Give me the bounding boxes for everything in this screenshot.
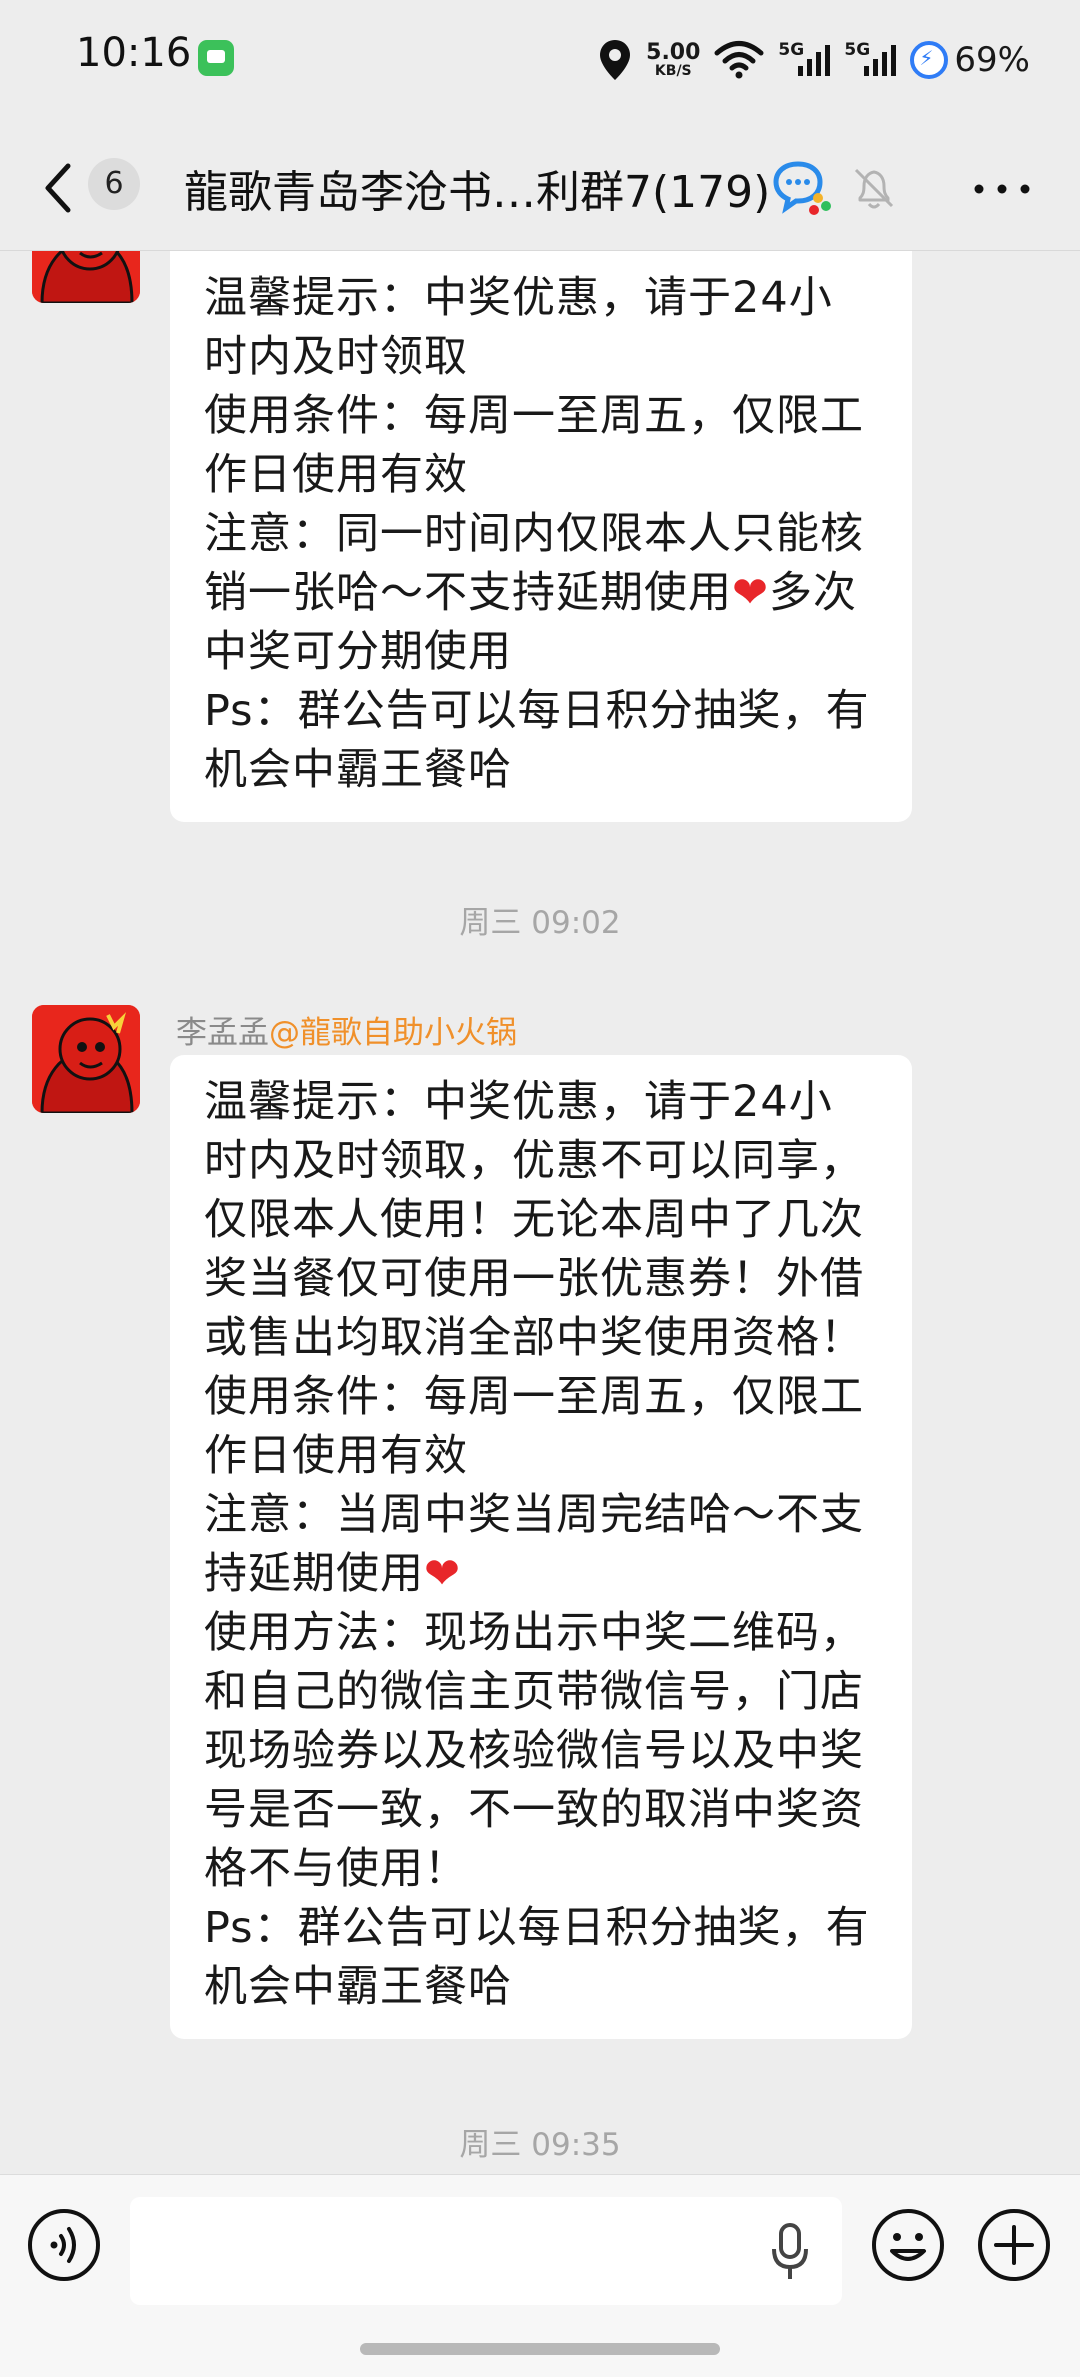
emoji-icon[interactable] bbox=[870, 2207, 946, 2283]
home-indicator[interactable] bbox=[360, 2343, 720, 2355]
message-line: 格不与使用！ bbox=[204, 1844, 468, 1894]
unread-count-badge[interactable]: 6 bbox=[88, 158, 140, 210]
message-line: 温馨提示：中奖优惠，请于24小 bbox=[204, 273, 833, 323]
location-icon bbox=[600, 40, 631, 80]
message-line: 号是否一致，不一致的取消中奖资 bbox=[204, 1785, 864, 1835]
message-line: 使用条件：每周一至周五，仅限工 bbox=[204, 1372, 864, 1422]
message-line: 机会中霸王餐哈 bbox=[204, 1962, 512, 2012]
network-speed-value: 5.00 bbox=[646, 40, 701, 65]
status-icons: 5.00 KB/S 5G 5G 69% bbox=[598, 30, 1030, 90]
heart-emoji-icon: ❤ bbox=[424, 1549, 462, 1599]
sim2-signal-icon: 5G bbox=[844, 40, 897, 80]
battery-charging-icon bbox=[910, 41, 949, 79]
message-bubble[interactable]: 温馨提示：中奖优惠，请于24小 时内及时领取，优惠不可以同享， 仅限本人使用！无… bbox=[170, 1055, 912, 2039]
message-text: 销一张哈～不支持延期使用 bbox=[204, 568, 732, 618]
group-chat-icon[interactable] bbox=[772, 160, 834, 216]
status-time: 10:16 bbox=[76, 30, 192, 76]
message-line: 时内及时领取 bbox=[204, 332, 468, 382]
red-character-avatar-icon bbox=[32, 251, 140, 303]
mute-bell-icon bbox=[854, 168, 894, 209]
message-line: 注意：同一时间内仅限本人只能核 bbox=[204, 509, 864, 559]
message-line: 注意：当周中奖当周完结哈～不支 bbox=[204, 1490, 864, 1540]
message-line: 和自己的微信主页带微信号，门店 bbox=[204, 1667, 864, 1717]
microphone-icon[interactable] bbox=[770, 2223, 810, 2281]
message-timestamp: 周三 09:35 bbox=[459, 2127, 621, 2163]
sender-avatar[interactable] bbox=[32, 251, 140, 303]
more-options-icon[interactable] bbox=[974, 184, 1030, 194]
message-input[interactable] bbox=[130, 2197, 842, 2305]
message-line: 持延期使用❤ bbox=[204, 1545, 878, 1604]
chat-header: 6 龍歌青岛李沧书…利群7(179) bbox=[0, 120, 1080, 251]
message-line: 仅限本人使用！无论本周中了几次 bbox=[204, 1195, 864, 1245]
heart-emoji-icon: ❤ bbox=[732, 568, 770, 618]
message-line: 作日使用有效 bbox=[204, 1431, 468, 1481]
message-text: 持延期使用 bbox=[204, 1549, 424, 1599]
network-speed-unit: KB/S bbox=[654, 63, 692, 79]
chat-title: 龍歌青岛李沧书…利群7(179) bbox=[184, 167, 771, 218]
sender-avatar[interactable] bbox=[32, 1005, 140, 1113]
message-line: 或售出均取消全部中奖使用资格！ bbox=[204, 1313, 864, 1363]
add-more-icon[interactable] bbox=[976, 2207, 1052, 2283]
network-speed: 5.00 KB/S bbox=[646, 40, 701, 79]
message-app-icon bbox=[198, 40, 234, 76]
message-bubble[interactable]: 温馨提示：中奖优惠，请于24小 时内及时领取 使用条件：每周一至周五，仅限工 作… bbox=[170, 251, 912, 822]
red-character-avatar-icon bbox=[32, 1005, 140, 1113]
sender-name: 李孟孟 bbox=[176, 1015, 269, 1051]
chat-message-list[interactable]: 温馨提示：中奖优惠，请于24小 时内及时领取 使用条件：每周一至周五，仅限工 作… bbox=[0, 251, 1080, 2174]
message-line: 使用条件：每周一至周五，仅限工 bbox=[204, 391, 864, 441]
sender-mention[interactable]: @龍歌自助小火锅 bbox=[269, 1015, 517, 1051]
message-timestamp: 周三 09:02 bbox=[459, 905, 621, 941]
message-line: 中奖可分期使用 bbox=[204, 627, 512, 677]
battery: 69% bbox=[910, 40, 1030, 80]
voice-input-icon[interactable] bbox=[26, 2207, 102, 2283]
message-text: 多次 bbox=[769, 568, 858, 618]
message-line: Ps：群公告可以每日积分抽奖，有 bbox=[204, 1903, 870, 1953]
sim1-signal-icon: 5G bbox=[778, 40, 831, 80]
message-line: 温馨提示：中奖优惠，请于24小 bbox=[204, 1077, 833, 1127]
message-line: 奖当餐仅可使用一张优惠券！外借 bbox=[204, 1254, 864, 1304]
back-arrow-icon[interactable] bbox=[36, 160, 84, 216]
message-line: 现场验券以及核验微信号以及中奖 bbox=[204, 1726, 864, 1776]
message-line: 使用方法：现场出示中奖二维码， bbox=[204, 1608, 864, 1658]
message-input-bar bbox=[0, 2174, 1080, 2377]
status-bar: 10:16 5.00 KB/S 5G 5G 69% bbox=[0, 0, 1080, 120]
wifi-icon bbox=[714, 41, 764, 79]
message-line: 时内及时领取，优惠不可以同享， bbox=[204, 1136, 864, 1186]
battery-level: 69% bbox=[954, 40, 1030, 80]
message-line: 作日使用有效 bbox=[204, 450, 468, 500]
message-line: Ps：群公告可以每日积分抽奖，有 bbox=[204, 686, 870, 736]
message-line: 销一张哈～不支持延期使用❤多次 bbox=[204, 564, 878, 623]
message-line: 机会中霸王餐哈 bbox=[204, 745, 512, 795]
sender-line: 李孟孟@龍歌自助小火锅 bbox=[176, 1007, 517, 1052]
